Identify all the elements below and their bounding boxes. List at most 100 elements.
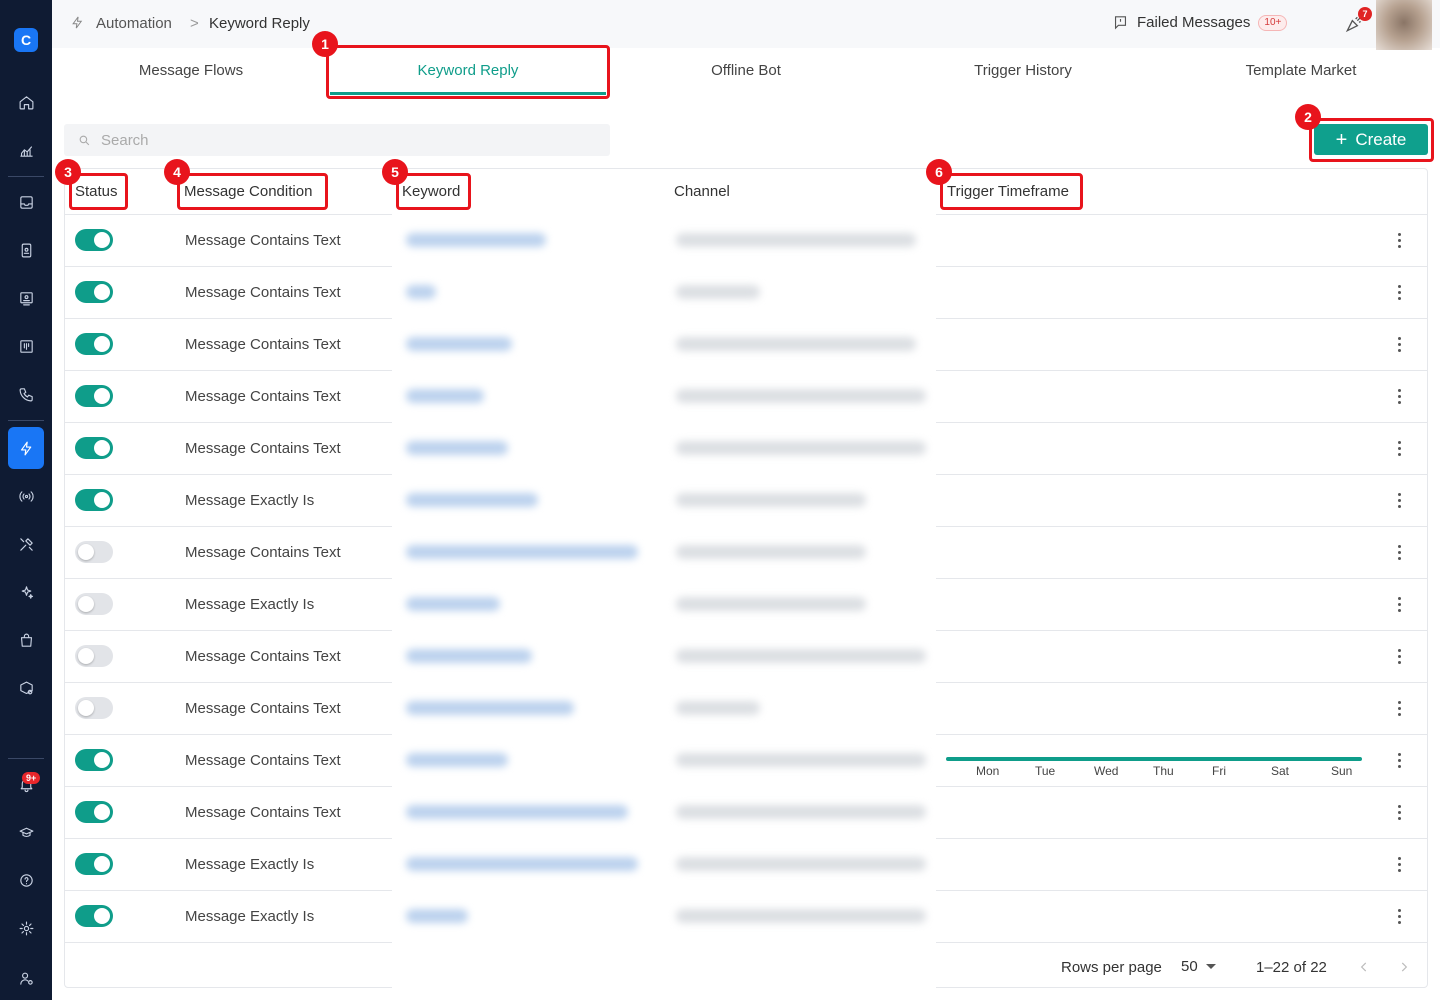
callout-box-5 (396, 173, 471, 210)
timeframe-day-label: Mon (976, 764, 1000, 778)
status-toggle[interactable] (75, 853, 113, 875)
tab-message-flows[interactable]: Message Flows (91, 62, 291, 79)
search-input[interactable] (101, 131, 581, 149)
status-toggle[interactable] (75, 905, 113, 927)
rows-per-page-label: Rows per page (1061, 959, 1162, 976)
more-options-icon[interactable] (1391, 903, 1407, 929)
status-toggle[interactable] (75, 437, 113, 459)
prev-page-icon[interactable] (1357, 960, 1371, 979)
status-toggle[interactable] (75, 385, 113, 407)
more-options-icon[interactable] (1391, 435, 1407, 461)
callout-number-3: 3 (55, 159, 81, 185)
status-toggle[interactable] (75, 541, 113, 563)
tools-icon[interactable] (12, 530, 40, 558)
condition-cell: Message Contains Text (185, 648, 341, 665)
callout-number-5: 5 (382, 159, 408, 185)
user-settings-icon[interactable] (12, 964, 40, 992)
more-options-icon[interactable] (1391, 279, 1407, 305)
tab-trigger-history[interactable]: Trigger History (923, 62, 1123, 79)
pagination-range: 1–22 of 22 (1256, 959, 1327, 976)
message-alert-icon (1114, 16, 1127, 30)
announcement-count-badge: 7 (1358, 7, 1372, 21)
rows-per-page-select[interactable]: 50 (1181, 958, 1216, 975)
breadcrumb-separator: > (190, 15, 199, 32)
condition-cell: Message Contains Text (185, 232, 341, 249)
caret-down-icon (1205, 964, 1216, 969)
timeframe-day-label: Thu (1153, 764, 1174, 778)
next-page-icon[interactable] (1397, 960, 1411, 979)
timeframe-day-label: Wed (1094, 764, 1119, 778)
more-options-icon[interactable] (1391, 851, 1407, 877)
status-toggle[interactable] (75, 333, 113, 355)
status-toggle[interactable] (75, 489, 113, 511)
more-options-icon[interactable] (1391, 487, 1407, 513)
failed-messages-link[interactable]: Failed Messages 10+ (1112, 14, 1288, 31)
timeframe-bar (946, 757, 1362, 761)
app-logo[interactable]: C (14, 28, 38, 52)
status-toggle[interactable] (75, 645, 113, 667)
condition-cell: Message Contains Text (185, 388, 341, 405)
more-options-icon[interactable] (1391, 747, 1407, 773)
search-icon (79, 135, 90, 145)
academy-icon[interactable] (12, 818, 40, 846)
tab-template-market[interactable]: Template Market (1201, 62, 1401, 79)
broadcast-icon[interactable] (12, 284, 40, 312)
breadcrumb-root[interactable]: Automation (96, 15, 172, 32)
home-icon[interactable] (12, 88, 40, 116)
condition-cell: Message Exactly Is (185, 492, 315, 509)
condition-cell: Message Contains Text (185, 752, 341, 769)
search-box[interactable] (64, 124, 610, 156)
status-toggle[interactable] (75, 593, 113, 615)
more-options-icon[interactable] (1391, 695, 1407, 721)
status-toggle[interactable] (75, 281, 113, 303)
automation-icon[interactable] (8, 427, 44, 469)
more-options-icon[interactable] (1391, 643, 1407, 669)
condition-cell: Message Contains Text (185, 440, 341, 457)
contacts-icon[interactable] (12, 236, 40, 264)
more-options-icon[interactable] (1391, 591, 1407, 617)
condition-cell: Message Contains Text (185, 284, 341, 301)
more-options-icon[interactable] (1391, 383, 1407, 409)
failed-messages-label: Failed Messages (1137, 14, 1251, 31)
settings-icon[interactable] (12, 914, 40, 942)
shop-icon[interactable] (12, 626, 40, 654)
timeframe-day-label: Sat (1271, 764, 1290, 778)
condition-cell: Message Exactly Is (185, 908, 315, 925)
tab-offline-bot[interactable]: Offline Bot (646, 62, 846, 79)
package-settings-icon[interactable] (12, 674, 40, 702)
more-options-icon[interactable] (1391, 227, 1407, 253)
user-avatar[interactable] (1376, 0, 1432, 50)
automation-icon (70, 15, 85, 35)
redacted-keyword-channel-area (392, 214, 936, 1000)
analytics-icon[interactable] (12, 136, 40, 164)
sidebar: C 9+ (0, 0, 52, 1000)
rows-per-page-value: 50 (1181, 958, 1198, 975)
status-toggle[interactable] (75, 229, 113, 251)
board-icon[interactable] (12, 332, 40, 360)
status-toggle[interactable] (75, 801, 113, 823)
callout-box-6 (940, 173, 1083, 210)
timeframe-day-label: Fri (1212, 764, 1226, 778)
sidebar-notification-badge: 9+ (22, 772, 41, 784)
callout-box-1 (326, 45, 610, 99)
more-options-icon[interactable] (1391, 539, 1407, 565)
timeframe-day-label: Sun (1331, 764, 1353, 778)
condition-cell: Message Contains Text (185, 544, 341, 561)
callout-number-6: 6 (926, 159, 952, 185)
breadcrumb-current: Keyword Reply (209, 15, 310, 32)
more-options-icon[interactable] (1391, 799, 1407, 825)
ai-sparkle-icon[interactable] (12, 578, 40, 606)
help-icon[interactable] (12, 866, 40, 894)
condition-cell: Message Contains Text (185, 700, 341, 717)
inbox-icon[interactable] (12, 188, 40, 216)
failed-messages-badge: 10+ (1258, 14, 1288, 31)
signal-icon[interactable] (12, 482, 40, 510)
condition-cell: Message Contains Text (185, 804, 341, 821)
status-toggle[interactable] (75, 697, 113, 719)
phone-icon[interactable] (12, 380, 40, 408)
column-header-channel: Channel (674, 183, 730, 200)
more-options-icon[interactable] (1391, 331, 1407, 357)
callout-number-2: 2 (1295, 104, 1321, 130)
status-toggle[interactable] (75, 749, 113, 771)
callout-box-2 (1309, 118, 1434, 162)
